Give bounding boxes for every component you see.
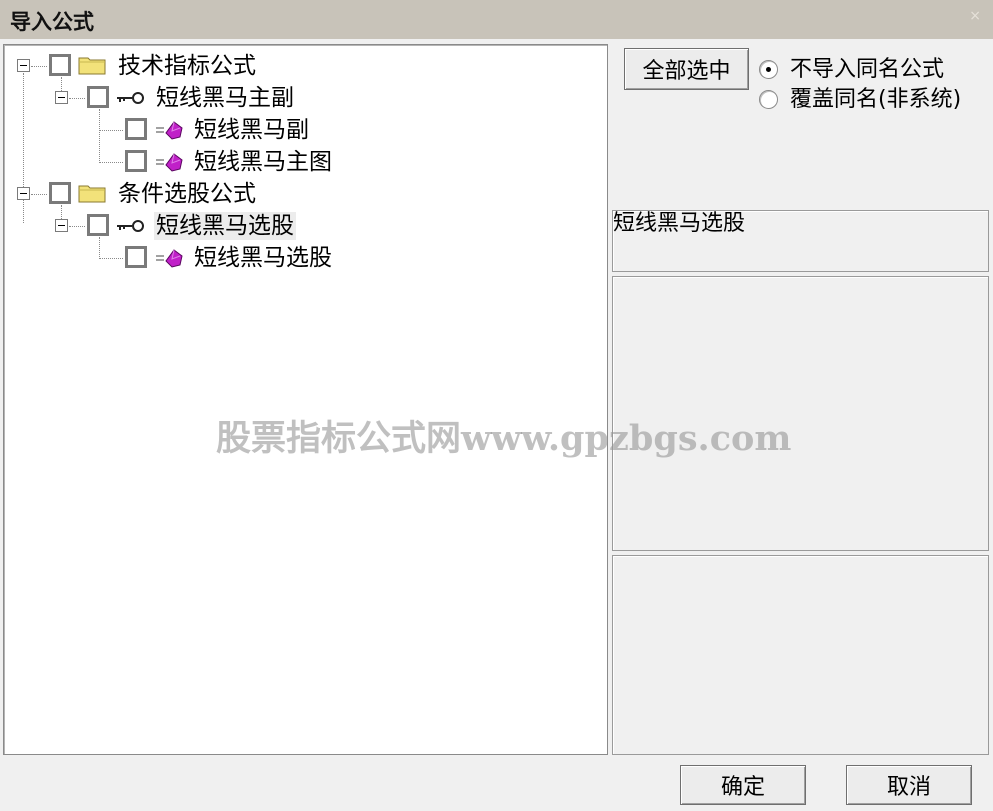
formula-name-text: 短线黑马选股 (613, 211, 746, 236)
collapse-icon[interactable] (55, 91, 68, 104)
tree-node-label: 短线黑马副 (194, 117, 309, 143)
tree-connector (31, 194, 47, 195)
checkbox[interactable] (125, 246, 147, 268)
watermark: 股票指标公式网www.gpzbgs.com (216, 418, 792, 459)
radio-skip-duplicates[interactable] (759, 60, 778, 79)
folder-icon (78, 57, 106, 75)
formula-tree[interactable]: 技术指标公式 短线黑马主副 短线黑马副 短线黑马主图 条件选股公式 短线黑马选股… (3, 44, 608, 755)
gem-icon (156, 249, 183, 268)
close-icon[interactable]: × (969, 8, 981, 24)
tree-node-label: 短线黑马选股 (194, 245, 332, 271)
tree-node-formula[interactable]: 短线黑马选股 (4, 211, 344, 241)
tree-node-item[interactable]: 短线黑马选股 (4, 243, 344, 273)
tree-connector (99, 162, 123, 163)
gem-icon (156, 121, 183, 140)
tree-node-item[interactable]: 短线黑马副 (4, 115, 344, 145)
ok-button[interactable]: 确定 (680, 765, 806, 805)
select-all-button[interactable]: 全部选中 (624, 48, 749, 90)
collapse-icon[interactable] (17, 59, 30, 72)
formula-parameter-box (612, 555, 989, 755)
checkbox[interactable] (125, 150, 147, 172)
tree-connector (99, 258, 123, 259)
tree-connector (69, 226, 85, 227)
cancel-button[interactable]: 取消 (846, 765, 972, 805)
collapse-icon[interactable] (17, 187, 30, 200)
checkbox[interactable] (87, 86, 109, 108)
checkbox[interactable] (49, 54, 71, 76)
radio-overwrite[interactable] (759, 90, 778, 109)
tree-node-group-screening[interactable]: 条件选股公式 (4, 179, 324, 209)
collapse-icon[interactable] (55, 219, 68, 232)
tree-node-label: 条件选股公式 (118, 181, 256, 207)
checkbox[interactable] (49, 182, 71, 204)
tree-node-label: 技术指标公式 (118, 53, 256, 79)
window-title: 导入公式 (10, 10, 94, 34)
title-bar: 导入公式 × (0, 0, 993, 39)
tree-node-group-technical[interactable]: 技术指标公式 (4, 51, 324, 81)
gem-icon (156, 153, 183, 172)
tree-connector (69, 98, 85, 99)
key-icon (117, 92, 144, 104)
key-icon (117, 220, 144, 232)
radio-skip-duplicates-label: 不导入同名公式 (790, 57, 945, 82)
tree-connector (31, 66, 47, 67)
tree-node-label: 短线黑马主副 (156, 85, 294, 111)
formula-name-box: 短线黑马选股 (612, 210, 989, 272)
folder-icon (78, 185, 106, 203)
radio-overwrite-label: 覆盖同名(非系统) (790, 87, 962, 112)
tree-node-formula[interactable]: 短线黑马主副 (4, 83, 344, 113)
tree-node-label: 短线黑马主图 (194, 149, 332, 175)
tree-node-label: 短线黑马选股 (154, 212, 296, 240)
tree-connector (99, 130, 123, 131)
tree-node-item[interactable]: 短线黑马主图 (4, 147, 344, 177)
checkbox[interactable] (87, 214, 109, 236)
checkbox[interactable] (125, 118, 147, 140)
